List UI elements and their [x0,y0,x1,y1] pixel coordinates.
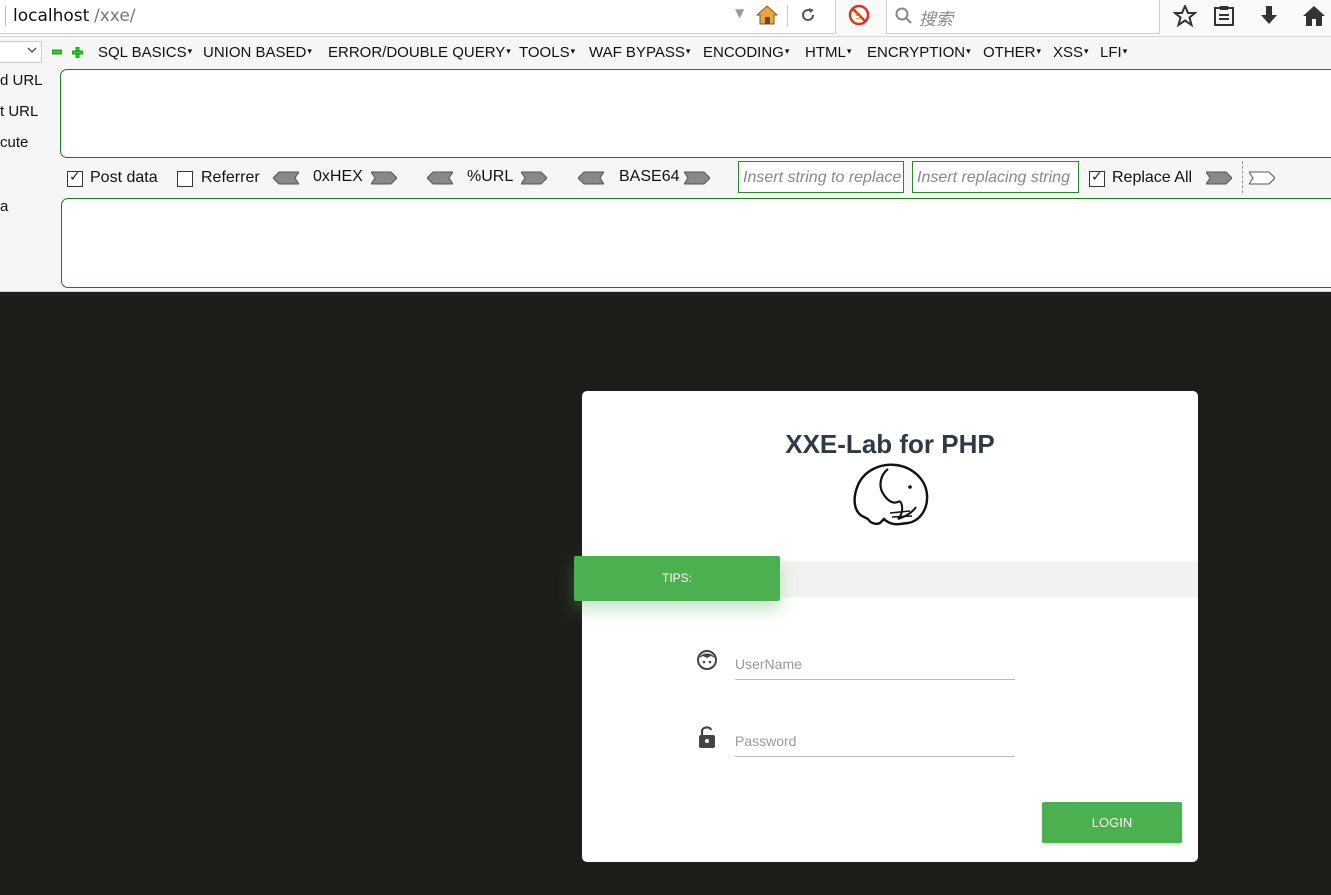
post-data-checkbox[interactable] [67,169,83,187]
referrer-option-label: Referrer [201,169,260,186]
load-url-button[interactable]: d URL [0,72,43,89]
url-path: /xxe/ [94,6,136,26]
post-data-textarea[interactable] [61,198,1331,288]
hex-encode-arrow-icon[interactable] [371,171,397,185]
url-encode-arrow-icon[interactable] [521,171,547,185]
php-elephant-logo-icon [853,463,929,526]
username-underline [735,679,1015,680]
replace-all-checkbox[interactable] [1089,169,1105,187]
hex-label: 0xHEX [313,168,363,185]
base64-label: BASE64 [619,168,680,185]
search-box[interactable]: 搜索 [886,0,1160,34]
url-textarea[interactable] [60,69,1331,158]
password-underline [735,756,1015,757]
replace-apply-arrow-icon[interactable] [1206,171,1232,185]
menu-lfi[interactable]: LFI [1100,44,1127,61]
replace-reverse-arrow-icon[interactable] [1249,171,1275,185]
svg-text:S: S [855,12,861,22]
unlock-icon [699,726,715,748]
menu-sql-basics[interactable]: SQL BASICS [98,44,192,61]
page-title: XXE-Lab for PHP [785,429,995,459]
execute-button[interactable]: cute [0,134,28,151]
menu-tools[interactable]: TOOLS [519,44,575,61]
replace-from-input[interactable]: Insert string to replace [738,161,904,193]
menu-waf-bypass[interactable]: WAF BYPASS [589,44,690,61]
menu-error-double-query[interactable]: ERROR/DOUBLE QUERY [328,44,511,61]
user-icon [697,650,717,670]
url-host: localhost [13,6,90,26]
download-icon[interactable] [1258,4,1280,28]
username-field[interactable]: UserName [735,656,802,672]
base64-encode-arrow-icon[interactable] [684,171,710,185]
menu-encryption[interactable]: ENCRYPTION [867,44,971,61]
tips-button[interactable]: TIPS: [574,556,780,601]
hex-decode-arrow-icon[interactable] [273,171,299,185]
post-data-label: a [0,198,9,215]
menu-encoding[interactable]: ENCODING [703,44,789,61]
chevron-down-icon [27,47,37,54]
url-encoding-label: %URL [467,168,514,185]
home-icon[interactable] [1302,5,1326,27]
reload-icon[interactable] [800,7,816,23]
replace-all-label: Replace All [1112,169,1193,186]
noscript-block-icon[interactable]: S [848,4,870,26]
base64-decode-arrow-icon[interactable] [578,171,604,185]
reading-list-icon[interactable] [1213,5,1235,27]
bookmark-star-icon[interactable] [1173,5,1197,27]
post-data-option-label: Post data [90,169,158,186]
referrer-checkbox[interactable] [177,171,193,187]
address-divider [787,5,788,27]
hackbar-select[interactable] [0,41,42,63]
menu-union-based[interactable]: UNION BASED [203,44,312,61]
replace-divider [1242,161,1243,193]
home-page-icon[interactable] [756,5,778,25]
address-separator [5,6,6,26]
address-bar[interactable]: localhost /xxe/ ▼ [0,0,836,34]
menu-xss[interactable]: XSS [1053,44,1089,61]
menu-html[interactable]: HTML [805,44,851,61]
hackbar-panel: SQL BASICS UNION BASED ERROR/DOUBLE QUER… [0,37,1331,292]
login-button[interactable]: LOGIN [1042,802,1182,843]
url-dropdown-icon[interactable]: ▼ [735,6,744,20]
password-field[interactable]: Password [735,733,796,749]
menu-other[interactable]: OTHER [983,44,1041,61]
hackbar-expand-icon[interactable] [72,47,83,58]
hackbar-collapse-icon[interactable] [52,49,62,55]
search-icon [895,7,912,24]
tips-strip [778,561,1198,597]
replace-to-input[interactable]: Insert replacing string [912,161,1079,193]
login-card: XXE-Lab for PHP UserName Password LOGIN [582,391,1198,862]
url-decode-arrow-icon[interactable] [427,171,453,185]
search-placeholder: 搜索 [919,10,953,30]
split-url-button[interactable]: t URL [0,103,38,120]
browser-toolbar: localhost /xxe/ ▼ S 搜索 [0,0,1331,37]
